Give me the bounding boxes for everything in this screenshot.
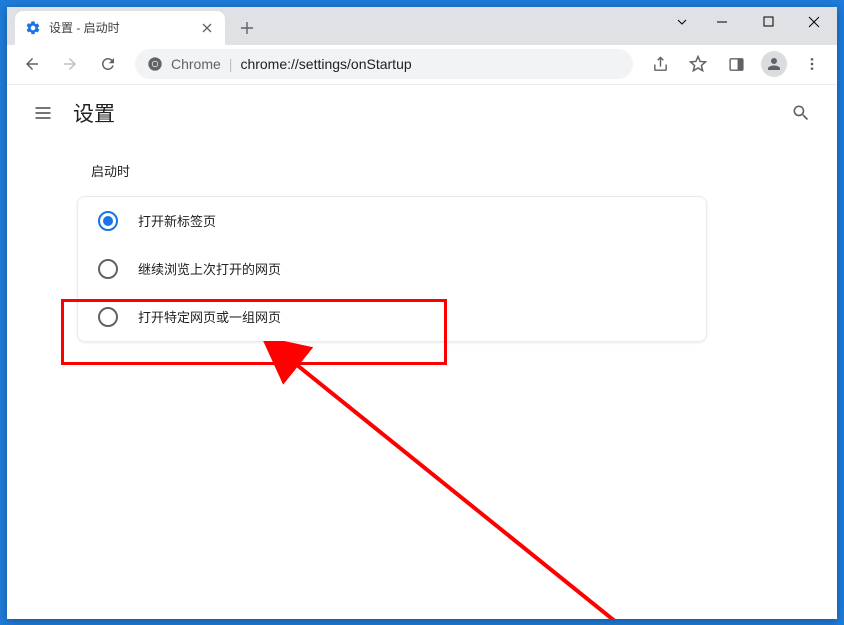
back-button[interactable] xyxy=(15,47,49,81)
new-tab-button[interactable] xyxy=(233,14,261,42)
settings-body: 启动时 打开新标签页 继续浏览上次打开的网页 打开特定网页或一组网页 xyxy=(7,141,837,342)
radio-icon xyxy=(98,307,118,327)
window-controls xyxy=(665,7,837,37)
minimize-button[interactable] xyxy=(699,7,745,37)
bookmark-button[interactable] xyxy=(681,47,715,81)
close-tab-button[interactable] xyxy=(199,20,215,36)
titlebar: 设置 - 启动时 xyxy=(7,7,837,45)
close-window-button[interactable] xyxy=(791,7,837,37)
search-settings-button[interactable] xyxy=(781,93,821,133)
hamburger-menu-button[interactable] xyxy=(23,93,63,133)
option-label: 继续浏览上次打开的网页 xyxy=(138,259,281,278)
settings-header: 设置 xyxy=(7,85,837,141)
chrome-menu-button[interactable] xyxy=(795,47,829,81)
address-bar[interactable]: Chrome | chrome://settings/onStartup xyxy=(135,49,633,79)
annotation-arrow xyxy=(257,341,707,619)
url-path: chrome://settings/onStartup xyxy=(240,56,411,72)
url-separator: | xyxy=(229,56,233,72)
side-panel-button[interactable] xyxy=(719,47,753,81)
section-title: 启动时 xyxy=(91,161,837,180)
startup-options-card: 打开新标签页 继续浏览上次打开的网页 打开特定网页或一组网页 xyxy=(77,196,707,342)
gear-icon xyxy=(25,20,41,36)
chevron-down-icon[interactable] xyxy=(665,7,699,37)
browser-window: 设置 - 启动时 xyxy=(7,7,837,619)
browser-tab[interactable]: 设置 - 启动时 xyxy=(15,11,225,45)
profile-button[interactable] xyxy=(757,47,791,81)
tab-title: 设置 - 启动时 xyxy=(49,19,191,36)
avatar xyxy=(761,51,787,77)
option-label: 打开新标签页 xyxy=(138,211,216,230)
maximize-button[interactable] xyxy=(745,7,791,37)
option-new-tab[interactable]: 打开新标签页 xyxy=(78,197,706,245)
option-continue[interactable]: 继续浏览上次打开的网页 xyxy=(78,245,706,293)
option-specific-pages[interactable]: 打开特定网页或一组网页 xyxy=(78,293,706,341)
option-label: 打开特定网页或一组网页 xyxy=(138,307,281,326)
page-title: 设置 xyxy=(73,98,115,128)
reload-button[interactable] xyxy=(91,47,125,81)
share-button[interactable] xyxy=(643,47,677,81)
forward-button xyxy=(53,47,87,81)
radio-icon xyxy=(98,259,118,279)
chrome-icon xyxy=(147,56,163,72)
url-scheme: Chrome xyxy=(171,56,221,72)
radio-icon xyxy=(98,211,118,231)
toolbar: Chrome | chrome://settings/onStartup xyxy=(7,45,837,85)
content-area: 设置 启动时 打开新标签页 继续浏览上次打开的网页 打开特定网页或一组网页 xyxy=(7,85,837,619)
